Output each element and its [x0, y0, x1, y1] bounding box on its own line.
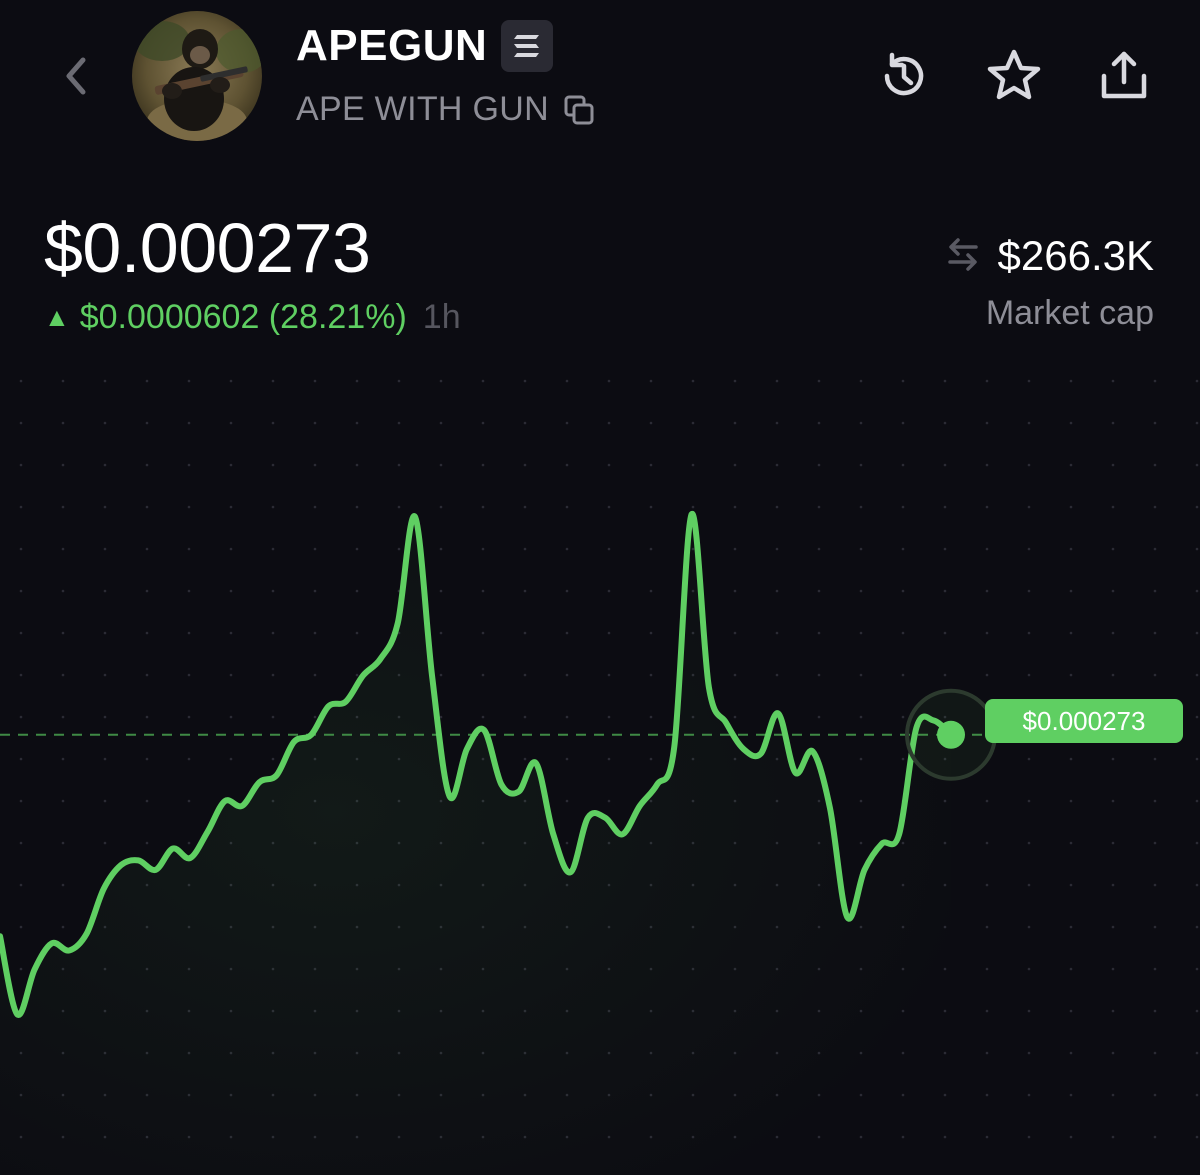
- copy-address-button[interactable]: [561, 92, 597, 128]
- current-price: $0.000273: [44, 209, 371, 287]
- current-point-marker: [937, 720, 965, 749]
- price-block: $0.000273 ▲ $0.0000602 (28.21%) 1h: [44, 208, 461, 337]
- star-icon: [987, 49, 1041, 100]
- price-chart[interactable]: $0.000273: [0, 360, 1200, 1175]
- back-button[interactable]: [48, 48, 104, 104]
- price-change: ▲ $0.0000602 (28.21%) 1h: [44, 298, 461, 337]
- header-actions: [872, 44, 1156, 108]
- timeframe-label: 1h: [422, 298, 461, 336]
- history-button[interactable]: [872, 44, 936, 108]
- token-ticker: APEGUN: [296, 21, 488, 70]
- favorite-button[interactable]: [982, 44, 1046, 108]
- price-chart-svg: [0, 360, 1200, 1175]
- price-change-value: $0.0000602 (28.21%): [79, 298, 407, 336]
- swap-arrows-icon[interactable]: [944, 235, 982, 278]
- share-icon: [1101, 51, 1147, 99]
- current-price-label: $0.000273: [985, 699, 1183, 743]
- chevron-left-icon: [66, 57, 86, 95]
- ticker-row: APEGUN: [296, 20, 554, 72]
- history-icon: [884, 52, 924, 96]
- token-name: APE WITH GUN: [296, 90, 549, 128]
- name-row: APE WITH GUN: [296, 90, 597, 129]
- solana-icon: [501, 20, 554, 72]
- token-avatar: [132, 11, 262, 141]
- up-triangle-icon: ▲: [44, 302, 70, 332]
- market-cap-block: $266.3K Market cap: [944, 232, 1154, 333]
- market-cap-label: Market cap: [985, 294, 1154, 332]
- market-cap-value: $266.3K: [997, 232, 1154, 279]
- share-button[interactable]: [1092, 44, 1156, 108]
- header: APEGUN APE WITH GUN: [0, 0, 1200, 170]
- copy-icon: [564, 95, 594, 124]
